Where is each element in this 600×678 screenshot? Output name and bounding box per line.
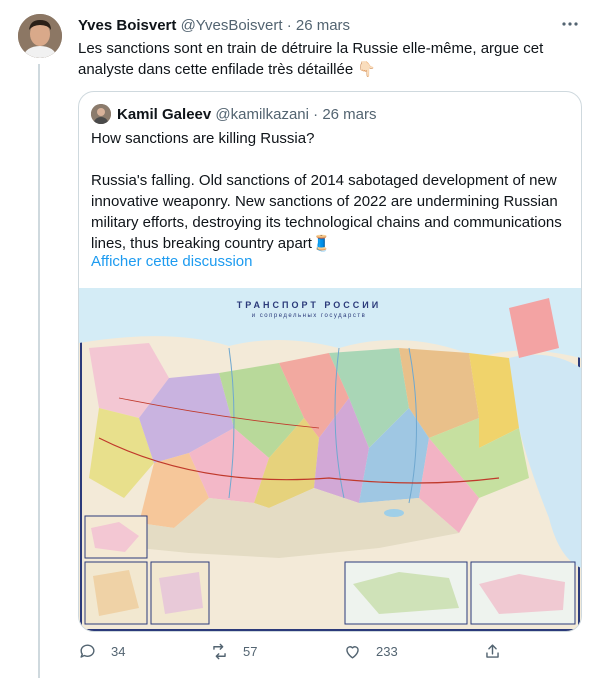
- quoted-author-name: Kamil Galeev: [117, 106, 212, 123]
- russia-transport-map-image[interactable]: ТРАНСПОРТ РОССИИ и сопредельных государс…: [79, 288, 581, 631]
- like-count: 233: [376, 644, 398, 659]
- author-name[interactable]: Yves Boisvert: [78, 17, 176, 34]
- quoted-tweet[interactable]: Kamil Galeev @kamilkazani · 26 mars How …: [78, 91, 582, 632]
- more-options-icon[interactable]: [560, 14, 580, 34]
- quoted-tweet-text: How sanctions are killing Russia? Russia…: [91, 128, 571, 254]
- tweet-header: Yves Boisvert @YvesBoisvert · 26 mars: [78, 16, 350, 36]
- separator-dot: ·: [286, 17, 292, 34]
- retweet-button[interactable]: 57: [210, 642, 257, 661]
- map-subtitle: и сопредельных государств: [252, 313, 367, 319]
- retweet-count: 57: [243, 644, 258, 659]
- tweet-actions: 34 57 233: [78, 642, 518, 666]
- reply-button[interactable]: 34: [78, 642, 125, 661]
- reply-icon: [80, 644, 95, 658]
- thread-line: [38, 64, 40, 678]
- heart-icon: [346, 646, 359, 659]
- tweet-date[interactable]: 26 mars: [296, 17, 350, 34]
- like-button[interactable]: 233: [343, 642, 398, 661]
- quoted-tweet-header: Kamil Galeev @kamilkazani · 26 mars: [117, 105, 377, 125]
- author-handle[interactable]: @YvesBoisvert: [181, 17, 283, 34]
- quoted-paragraph: Russia's falling. Old sanctions of 2014 …: [91, 172, 562, 252]
- quoted-author-avatar: [91, 104, 111, 124]
- share-button[interactable]: [483, 642, 502, 661]
- quoted-author-handle: @kamilkazani: [215, 106, 309, 123]
- show-thread-link[interactable]: Afficher cette discussion: [91, 252, 252, 272]
- quoted-paragraph: How sanctions are killing Russia?: [91, 130, 315, 147]
- quoted-tweet-date: 26 mars: [322, 106, 377, 123]
- avatar-photo: [18, 14, 62, 58]
- tweet-text: Les sanctions sont en train de détruire …: [78, 40, 544, 78]
- author-avatar[interactable]: [18, 14, 62, 58]
- retweet-icon: [213, 643, 226, 660]
- reply-count: 34: [111, 644, 126, 659]
- map-title: ТРАНСПОРТ РОССИИ: [237, 300, 381, 310]
- map-illustration: ТРАНСПОРТ РОССИИ и сопредельных государс…: [79, 288, 581, 631]
- share-icon: [486, 644, 499, 658]
- separator-dot: ·: [313, 106, 319, 123]
